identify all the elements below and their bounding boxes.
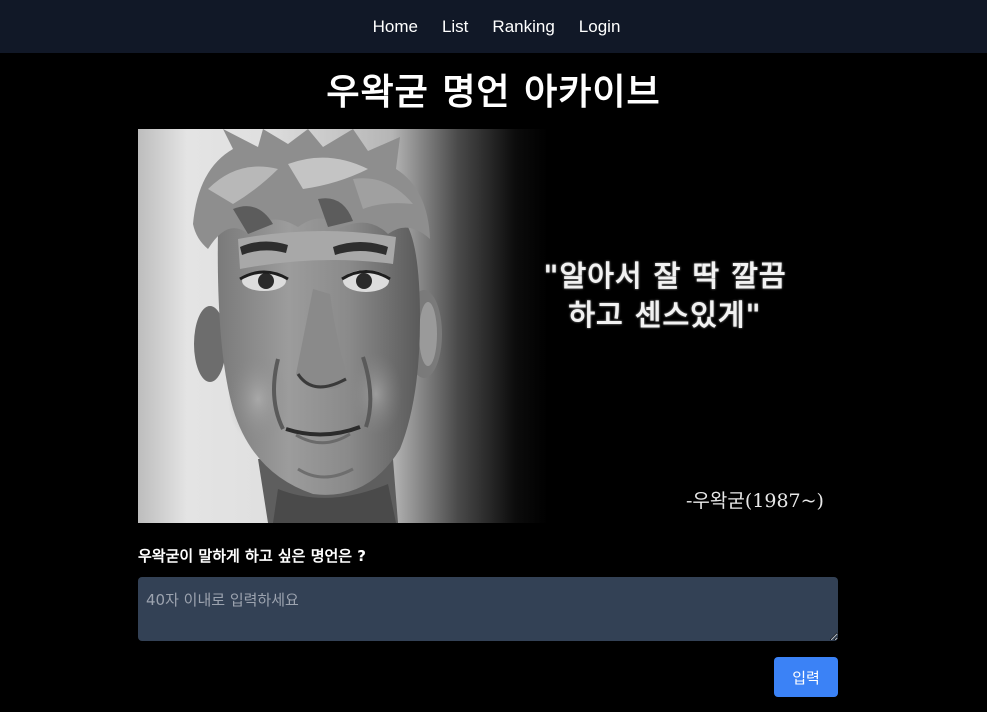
nav-links: Home List Ranking Login bbox=[373, 17, 621, 37]
nav-ranking-link[interactable]: Ranking bbox=[492, 17, 554, 37]
nav-list-link[interactable]: List bbox=[442, 17, 468, 37]
quote-line-1: "알아서 잘 딱 깔끔 bbox=[543, 259, 787, 293]
quote-line-2: 하고 센스있게" bbox=[568, 298, 762, 332]
top-navbar: Home List Ranking Login bbox=[0, 0, 987, 53]
quote-author: -우왁굳(1987~) bbox=[686, 490, 824, 512]
page-title: 우왁굳 명언 아카이브 bbox=[326, 72, 661, 113]
submit-button[interactable]: 입력 bbox=[774, 657, 838, 697]
quote-input[interactable] bbox=[138, 577, 838, 641]
hero-quote-image: "알아서 잘 딱 깔끔 하고 센스있게" -우왁굳(1987~) bbox=[138, 129, 838, 523]
quote-input-label: 우왁굳이 말하게 하고 싶은 명언은 ? bbox=[138, 547, 367, 565]
hero-quote-text: "알아서 잘 딱 깔끔 하고 센스있게" bbox=[510, 257, 820, 335]
nav-login-link[interactable]: Login bbox=[579, 17, 621, 37]
nav-home-link[interactable]: Home bbox=[373, 17, 418, 37]
